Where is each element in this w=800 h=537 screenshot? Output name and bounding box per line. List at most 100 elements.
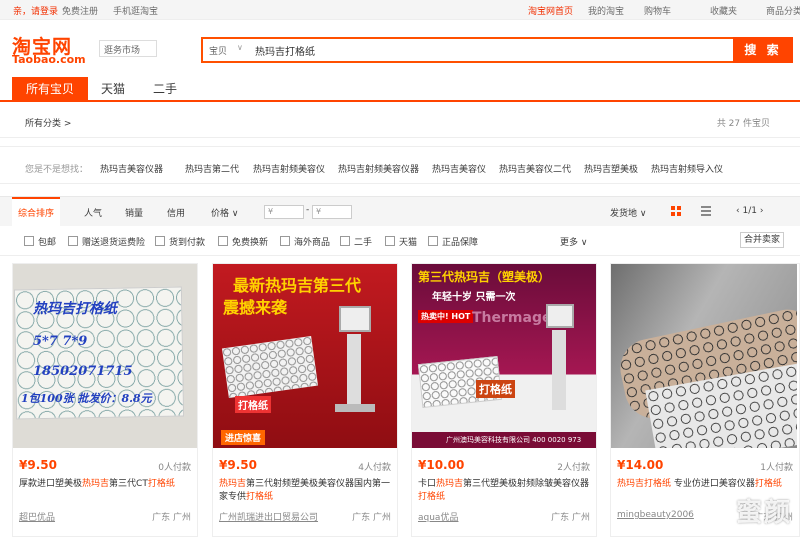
chevron-down-icon[interactable]: ∨ [237, 43, 243, 52]
result-count: 共 27 件宝贝 [716, 119, 770, 129]
filter-used[interactable]: 二手 [340, 235, 372, 248]
filter-free-exchange[interactable]: 免费换新 [218, 235, 268, 248]
grid-view-icon[interactable] [671, 206, 681, 216]
shop-name[interactable]: aqua优品 [418, 510, 458, 523]
filter-cod[interactable]: 货到付款 [155, 235, 205, 248]
title-highlight: 热玛吉 [219, 479, 247, 489]
more-filters[interactable]: 更多 ∨ [560, 235, 587, 248]
product-title[interactable]: 厚款进口塑美极热玛吉第三代CT打格纸 [19, 478, 195, 504]
cart-link[interactable]: 购物车 [644, 4, 671, 17]
categories-link[interactable]: 商品分类 [766, 4, 800, 17]
image-company: 广州澳玛美容科技有限公司 400 0020 973 [412, 432, 596, 448]
filter-genuine[interactable]: 正品保障 [428, 235, 478, 248]
home-link[interactable]: 淘宝网首页 [528, 4, 573, 17]
search-input[interactable]: 热玛吉打格纸 [255, 43, 315, 58]
suggest-item[interactable]: 热玛吉射频美容仪 [253, 162, 325, 175]
title-highlight: 热玛吉 [82, 479, 110, 489]
product-card[interactable]: 热玛吉打格纸 5*7 7*9 18502071715 1包100张 批发价：8.… [12, 263, 198, 537]
title-part: 卡口 [418, 479, 437, 489]
suggest-item[interactable]: 热玛吉塑美极 [584, 162, 638, 175]
product-title[interactable]: 卡口热玛吉第三代塑美极射频除皱美容仪器打格纸 [418, 478, 594, 504]
location: 广东 广州 [152, 513, 191, 523]
filter-free-shipping[interactable]: 包邮 [24, 235, 56, 248]
title-highlight: 热玛吉打格纸 [617, 479, 672, 489]
favorites-link[interactable]: 收藏夹 [710, 4, 737, 17]
price-max-input[interactable]: ¥ [312, 205, 352, 219]
product-image[interactable]: 第三代热玛吉（塑美极） 年轻十岁 只需一次 热卖中! HOT Thermage … [412, 264, 596, 448]
my-taobao-link[interactable]: 我的淘宝 [588, 4, 624, 17]
suggest-item[interactable]: 热玛吉美容仪 [432, 162, 486, 175]
breadcrumb: 所有分类 > 共 27 件宝贝 [0, 102, 800, 138]
suggest-item[interactable]: 热玛吉射频导入仪 [651, 162, 723, 175]
search-box: 宝贝 ∨ 热玛吉打格纸 搜 索 [201, 37, 793, 63]
shop-name[interactable]: 超巴优品 [19, 510, 55, 523]
sort-popularity[interactable]: 人气 [84, 206, 102, 219]
ship-from-filter[interactable]: 发货地 ∨ [610, 206, 646, 219]
product-price: ¥9.50 [219, 458, 257, 472]
prev-icon[interactable]: ‹ [736, 206, 740, 216]
product-image[interactable] [611, 264, 797, 448]
image-text: 震撼来袭 [223, 298, 288, 317]
tab-used[interactable]: 二手 [150, 78, 180, 102]
product-title[interactable]: 热玛吉第三代射频塑美极美容仪器国内第一家专供打格纸 [219, 478, 395, 504]
sort-price-label: 价格 [211, 209, 230, 219]
tab-all[interactable]: 所有宝贝 [12, 77, 88, 102]
title-highlight: 打格纸 [754, 479, 782, 489]
product-image[interactable]: 热玛吉打格纸 5*7 7*9 18502071715 1包100张 批发价：8.… [13, 264, 197, 448]
chevron-down-icon: ∨ [231, 209, 239, 219]
mobile-link[interactable]: 手机逛淘宝 [113, 4, 158, 17]
sort-sales[interactable]: 销量 [125, 206, 143, 219]
merge-sellers-button[interactable]: 合并卖家 [740, 232, 784, 248]
suggest-item[interactable]: 热玛吉射频美容仪器 [338, 162, 419, 175]
list-view-icon[interactable] [701, 206, 711, 216]
title-part: 第三代CT [109, 479, 148, 489]
price-min-input[interactable]: ¥ [264, 205, 304, 219]
filter-tmall[interactable]: 天猫 [385, 235, 417, 248]
sort-default[interactable]: 综合排序 [12, 197, 60, 227]
location: 广东 广州 [352, 513, 391, 523]
sort-price[interactable]: 价格 ∨ [211, 206, 238, 219]
tab-tmall[interactable]: 天猫 [98, 78, 128, 102]
suggest-item[interactable]: 热玛吉第二代 [185, 162, 239, 175]
title-highlight: 打格纸 [418, 492, 446, 502]
image-tag: 打格纸 [235, 396, 271, 413]
search-category[interactable]: 宝贝 [209, 44, 227, 57]
filter-return-insurance[interactable]: 赠送退货运费险 [68, 235, 145, 248]
machine-illustration [540, 304, 580, 424]
sold-count: 0人付款 [158, 463, 191, 473]
product-price: ¥14.00 [617, 458, 664, 472]
product-price: ¥9.50 [19, 458, 57, 472]
product-card[interactable]: 最新热玛吉第三代 震撼来袭 打格纸 进店惊喜 ¥9.50 4人付款 热玛吉第三代… [212, 263, 398, 537]
product-price: ¥10.00 [418, 458, 465, 472]
tab-bar: 所有宝贝 天猫 二手 [0, 72, 800, 102]
login-link[interactable]: 亲，请登录 [13, 4, 58, 17]
title-highlight: 打格纸 [147, 479, 175, 489]
more-filters-label: 更多 [560, 238, 579, 248]
top-bar: 亲，请登录 免费注册 手机逛淘宝 淘宝网首页 我的淘宝 购物车 收藏夹 商品分类 [0, 0, 800, 20]
image-store-badge: 进店惊喜 [221, 430, 266, 445]
sort-credit[interactable]: 信用 [167, 206, 185, 219]
shop-name[interactable]: 广州凯瑞进出口贸易公司 [219, 510, 318, 523]
product-image[interactable]: 最新热玛吉第三代 震撼来袭 打格纸 进店惊喜 [213, 264, 397, 448]
all-categories[interactable]: 所有分类 > [25, 116, 71, 129]
title-part: 厚款进口塑美极 [19, 479, 83, 489]
filter-overseas[interactable]: 海外商品 [280, 235, 330, 248]
machine-illustration [333, 306, 377, 426]
chevron-down-icon: ∨ [580, 238, 588, 248]
image-text: 18502071715 [33, 364, 133, 379]
suggest-item[interactable]: 热玛吉美容仪二代 [499, 162, 571, 175]
shop-name[interactable]: mingbeauty2006 [617, 510, 694, 520]
suggest-item[interactable]: 热玛吉美容仪器 [100, 162, 163, 175]
product-card[interactable]: 第三代热玛吉（塑美极） 年轻十岁 只需一次 热卖中! HOT Thermage … [411, 263, 597, 537]
market-button[interactable]: 逛务市场 [99, 40, 157, 57]
next-icon[interactable]: › [760, 206, 764, 216]
price-dash: - [306, 205, 310, 215]
header: 淘宝网 Taobao.com 逛务市场 宝贝 ∨ 热玛吉打格纸 搜 索 [0, 20, 800, 72]
image-text: 最新热玛吉第三代 [233, 276, 362, 295]
register-link[interactable]: 免费注册 [62, 4, 98, 17]
product-grid: 热玛吉打格纸 5*7 7*9 18502071715 1包100张 批发价：8.… [12, 263, 800, 537]
image-text: 5*7 7*9 [33, 334, 88, 349]
grid-sheet [221, 335, 319, 399]
sold-count: 1人付款 [760, 463, 793, 473]
search-button[interactable]: 搜 索 [733, 37, 793, 63]
